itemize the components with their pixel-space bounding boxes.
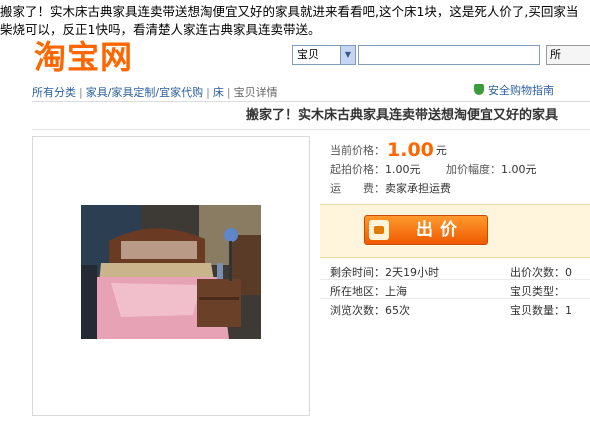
bid-hammer-icon: [369, 220, 389, 240]
location-label: 所在地区：: [330, 285, 385, 298]
divider: [320, 279, 590, 280]
views-value: 65次: [385, 304, 410, 317]
time-left-row: 剩余时间：2天19小时: [330, 264, 439, 280]
increment-value: 1.00元: [501, 163, 537, 176]
breadcrumb-current: 宝贝详情: [233, 86, 278, 99]
views-row: 浏览次数：65次: [330, 302, 410, 318]
current-price-unit: 元: [435, 144, 447, 157]
shield-icon: [474, 84, 484, 95]
secure-shopping-guide-link[interactable]: 安全购物指南: [474, 82, 554, 98]
item-title: 搬家了！实木床古典家具连卖带送想淘便宜又好的家具: [246, 108, 559, 123]
divider: [32, 101, 590, 102]
shipping-row: 运 费：卖家承担运费: [330, 180, 451, 196]
quantity-row: 宝贝数量：1: [510, 302, 572, 318]
search-bar: 宝贝 ▼ 所: [292, 45, 590, 65]
current-price-label: 当前价格：: [330, 144, 385, 157]
search-button[interactable]: 所: [546, 45, 590, 65]
search-category-select[interactable]: 宝贝 ▼: [292, 45, 356, 65]
search-category-value: 宝贝: [297, 48, 319, 61]
increment-label: 加价幅度：: [446, 163, 501, 176]
bid-count-value: 0: [565, 266, 572, 279]
current-price-value: 1.00: [387, 139, 434, 161]
breadcrumb-separator: |: [226, 86, 231, 99]
breadcrumb: 所有分类 | 家具/家具定制/宜家代购 | 床 | 宝贝详情: [32, 84, 278, 100]
start-price-label: 起拍价格：: [330, 163, 385, 176]
taobao-logo[interactable]: 淘宝网: [34, 40, 133, 74]
breadcrumb-separator: |: [79, 86, 83, 99]
divider: [320, 298, 590, 299]
post-caption: 搬家了！实木床古典家具连卖带送想淘便宜又好的家具就进来看看吧,这个床1块，这是死…: [0, 4, 579, 37]
time-left-value: 2天19小时: [385, 266, 439, 279]
quantity-label: 宝贝数量：: [510, 304, 565, 317]
chevron-down-icon[interactable]: ▼: [340, 46, 355, 64]
start-price-row: 起拍价格：1.00元: [330, 161, 421, 177]
time-left-label: 剩余时间：: [330, 266, 385, 279]
increment-row: 加价幅度：1.00元: [446, 161, 537, 177]
location-value: 上海: [385, 285, 407, 298]
breadcrumb-separator: |: [206, 86, 210, 99]
shipping-label: 运 费：: [330, 182, 385, 195]
breadcrumb-bed[interactable]: 床: [213, 86, 224, 99]
current-price-row: 当前价格： 1.00 元: [330, 139, 447, 161]
shipping-value: 卖家承担运费: [385, 182, 451, 195]
bid-button[interactable]: 出价: [364, 215, 488, 245]
secure-shopping-guide-label: 安全购物指南: [488, 84, 554, 97]
start-price-value: 1.00元: [385, 163, 421, 176]
item-type-label: 宝贝类型：: [510, 285, 565, 298]
divider: [32, 129, 590, 130]
item-photo[interactable]: [81, 205, 261, 339]
bid-panel: 出价: [320, 204, 590, 258]
views-label: 浏览次数：: [330, 304, 385, 317]
item-photo-frame: [32, 136, 310, 416]
item-type-row: 宝贝类型：: [510, 283, 565, 299]
bid-button-label: 出价: [416, 220, 464, 240]
bid-count-row: 出价次数：0: [510, 264, 572, 280]
search-input[interactable]: [358, 45, 540, 65]
bid-count-label: 出价次数：: [510, 266, 565, 279]
breadcrumb-furniture[interactable]: 家具/家具定制/宜家代购: [86, 86, 203, 99]
breadcrumb-all-categories[interactable]: 所有分类: [32, 86, 76, 99]
quantity-value: 1: [565, 304, 572, 317]
location-row: 所在地区：上海: [330, 283, 407, 299]
